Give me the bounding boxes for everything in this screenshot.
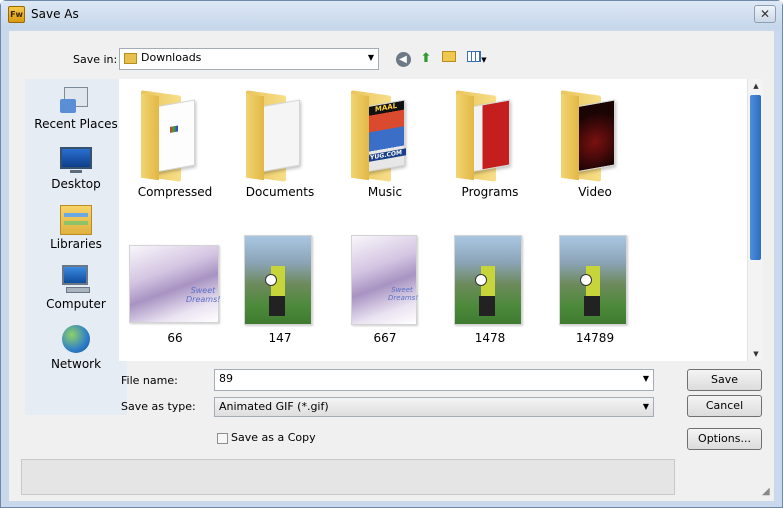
file-name-value: 89 — [219, 372, 233, 385]
cancel-button[interactable]: Cancel — [687, 395, 762, 417]
back-button[interactable]: ◀ — [393, 49, 413, 69]
scroll-up-icon[interactable]: ▲ — [748, 79, 764, 93]
save-in-dropdown[interactable]: Downloads ▼ — [119, 48, 379, 70]
file-item-66[interactable]: Sweet Dreams! 66 — [125, 229, 225, 359]
place-label: Desktop — [51, 177, 101, 191]
place-libraries[interactable]: Libraries — [25, 201, 127, 259]
thumbnail-caption-text: Sweet Dreams! — [388, 286, 419, 302]
file-item-compressed[interactable]: Compressed — [125, 83, 225, 213]
place-recent-places[interactable]: Recent Places — [25, 81, 127, 139]
scroll-down-icon[interactable]: ▼ — [748, 347, 764, 361]
save-in-value: Downloads — [141, 51, 202, 64]
save-as-copy-checkbox[interactable] — [217, 433, 228, 444]
file-name: 147 — [268, 331, 292, 345]
title-bar[interactable]: Fw Save As ✕ — [1, 1, 782, 29]
places-bar: Recent Places Desktop Libraries Computer… — [25, 79, 127, 415]
chevron-down-icon: ▼ — [642, 402, 649, 411]
file-name-label: File name: — [121, 374, 178, 387]
network-icon — [60, 325, 92, 355]
up-folder-icon: ⬆ — [420, 51, 432, 66]
views-menu-icon — [467, 51, 482, 62]
image-thumbnail — [559, 235, 627, 325]
back-arrow-icon: ◀ — [395, 52, 411, 67]
up-folder-button[interactable]: ⬆ — [416, 49, 436, 69]
save-as-copy-label: Save as a Copy — [231, 431, 316, 444]
file-name: 667 — [373, 331, 397, 345]
image-thumbnail: Sweet Dreams! — [129, 245, 221, 323]
folder-icon — [246, 89, 308, 182]
folder-icon — [124, 52, 137, 64]
place-label: Network — [50, 357, 102, 371]
close-icon: ✕ — [759, 7, 771, 21]
recent-places-icon — [60, 85, 92, 115]
place-label: Computer — [46, 297, 106, 311]
thumbnail-caption-text: Sweet Dreams! — [186, 286, 221, 304]
file-name: 14789 — [575, 331, 615, 345]
album-cover-bottom-text: YUG.COM — [366, 148, 406, 163]
place-network[interactable]: Network — [25, 321, 127, 379]
options-button[interactable]: Options... — [687, 428, 762, 450]
save-as-type-dropdown[interactable]: Animated GIF (*.gif) ▼ — [214, 397, 654, 417]
window-title: Save As — [31, 7, 79, 21]
place-label: Libraries — [50, 237, 102, 251]
resize-grip-icon[interactable]: ◢ — [762, 486, 770, 497]
save-as-type-label: Save as type: — [121, 400, 196, 413]
computer-icon — [60, 265, 92, 295]
folder-icon — [141, 89, 203, 182]
save-button[interactable]: Save — [687, 369, 762, 391]
file-name: 1478 — [474, 331, 506, 345]
file-name: Video — [578, 185, 612, 199]
desktop-icon — [60, 145, 92, 175]
folder-icon — [456, 89, 518, 182]
image-thumbnail — [244, 235, 312, 325]
libraries-icon — [60, 205, 92, 235]
scrollbar-thumb[interactable] — [750, 95, 761, 260]
save-in-label: Save in: — [73, 53, 118, 66]
close-button[interactable]: ✕ — [754, 5, 776, 23]
chevron-down-icon: ▼ — [642, 374, 649, 383]
fireworks-app-icon: Fw — [8, 6, 25, 23]
place-desktop[interactable]: Desktop — [25, 141, 127, 199]
file-item-147[interactable]: 147 — [230, 229, 330, 359]
file-item-music[interactable]: MAAL YUG.COM Music — [335, 83, 435, 213]
preview-panel — [21, 459, 675, 495]
save-as-dialog: Fw Save As ✕ Save in: Downloads ▼ ◀ ⬆ ▼ — [0, 0, 783, 508]
new-folder-icon — [442, 51, 456, 62]
file-name-input[interactable]: 89 ▼ — [214, 369, 654, 391]
file-list[interactable]: Compressed Documents MAAL YUG.COM Music … — [119, 79, 763, 361]
place-computer[interactable]: Computer — [25, 261, 127, 319]
file-item-14789[interactable]: 14789 — [545, 229, 645, 359]
folder-icon: MAAL YUG.COM — [351, 89, 413, 182]
image-thumbnail: Sweet Dreams! — [351, 235, 419, 325]
file-item-1478[interactable]: 1478 — [440, 229, 540, 359]
file-item-programs[interactable]: Programs — [440, 83, 540, 213]
album-cover-image: MAAL YUG.COM — [365, 99, 406, 173]
chevron-down-icon: ▼ — [367, 53, 374, 62]
image-thumbnail — [454, 235, 522, 325]
file-item-video[interactable]: Video — [545, 83, 645, 213]
file-name: Programs — [461, 185, 519, 199]
folder-icon — [561, 89, 623, 182]
vertical-scrollbar[interactable]: ▲ ▼ — [747, 79, 763, 361]
file-name: 66 — [167, 331, 183, 345]
new-folder-button[interactable] — [439, 49, 459, 69]
place-label: Recent Places — [34, 117, 118, 131]
save-as-type-value: Animated GIF (*.gif) — [219, 400, 329, 413]
file-name: Compressed — [137, 185, 213, 199]
file-name: Documents — [245, 185, 315, 199]
views-menu-button[interactable]: ▼ — [463, 49, 491, 69]
file-name: Music — [367, 185, 403, 199]
file-item-documents[interactable]: Documents — [230, 83, 330, 213]
dialog-body: Save in: Downloads ▼ ◀ ⬆ ▼ Recent Places — [9, 31, 774, 501]
file-item-667[interactable]: Sweet Dreams! 667 — [335, 229, 435, 359]
